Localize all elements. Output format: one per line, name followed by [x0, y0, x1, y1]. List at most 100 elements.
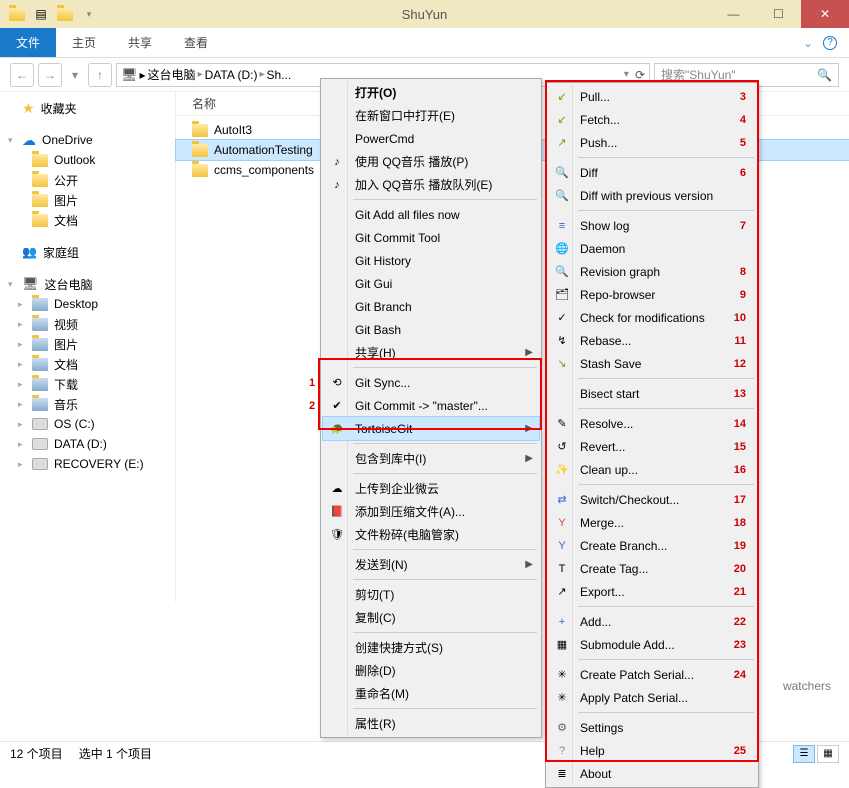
menu-item[interactable]: ≣About [548, 762, 756, 785]
nav-item[interactable]: ▸下载 [0, 374, 175, 394]
nav-item[interactable]: 文档 [0, 210, 175, 230]
nav-pane[interactable]: ★收藏夹 ▾☁OneDrive Outlook公开图片文档 👥家庭组 ▾🖥这台电… [0, 92, 176, 602]
ribbon-tabs: 文件 主页 共享 查看 ⌄ ? [0, 28, 849, 58]
nav-forward[interactable]: → [38, 63, 62, 87]
view-details[interactable]: ☰ [793, 745, 815, 763]
menu-item[interactable]: ↘Stash Save12 [548, 352, 756, 375]
menu-item[interactable]: ≡Show log7 [548, 214, 756, 237]
tab-file[interactable]: 文件 [0, 28, 56, 57]
nav-item[interactable]: Outlook [0, 150, 175, 170]
menu-item[interactable]: Git History [323, 249, 539, 272]
watchers-label: watchers [783, 679, 831, 693]
close-button[interactable]: ✕ [801, 0, 849, 28]
nav-item[interactable]: 公开 [0, 170, 175, 190]
nav-item[interactable]: 图片 [0, 190, 175, 210]
crumb-dropdown-icon[interactable]: ▾ [624, 69, 629, 80]
menu-item[interactable]: Git Commit Tool [323, 226, 539, 249]
menu-item[interactable]: ⚙Settings [548, 716, 756, 739]
menu-item[interactable]: 🔍Diff with previous version [548, 184, 756, 207]
menu-item[interactable]: 属性(R) [323, 712, 539, 735]
menu-item[interactable]: +Add...22 [548, 610, 756, 633]
nav-favorites[interactable]: ★收藏夹 [0, 98, 175, 118]
nav-item[interactable]: ▸图片 [0, 334, 175, 354]
menu-item[interactable]: 重命名(M) [323, 682, 539, 705]
nav-item[interactable]: ▸视频 [0, 314, 175, 334]
menu-item[interactable]: ✓Check for modifications10 [548, 306, 756, 329]
menu-item[interactable]: ☁上传到企业微云 [323, 477, 539, 500]
refresh-icon[interactable]: ⟳ [635, 68, 645, 82]
nav-drive[interactable]: ▸RECOVERY (E:) [0, 454, 175, 474]
menu-item[interactable]: Git Branch [323, 295, 539, 318]
menu-item[interactable]: ↙Fetch...4 [548, 108, 756, 131]
menu-item[interactable]: ✨Clean up...16 [548, 458, 756, 481]
crumb-drive[interactable]: DATA (D:) [205, 68, 258, 82]
nav-item[interactable]: ▸音乐 [0, 394, 175, 414]
crumb-folder[interactable]: Sh... [267, 68, 292, 82]
ribbon-expand-icon[interactable]: ⌄ [803, 36, 813, 50]
menu-item[interactable]: ↯Rebase...11 [548, 329, 756, 352]
menu-item[interactable]: ♪加入 QQ音乐 播放队列(E) [323, 173, 539, 196]
menu-item[interactable]: Git Bash [323, 318, 539, 341]
menu-item[interactable]: ▦Submodule Add...23 [548, 633, 756, 656]
menu-item[interactable]: YCreate Branch...19 [548, 534, 756, 557]
menu-item[interactable]: 删除(D) [323, 659, 539, 682]
menu-item[interactable]: 在新窗口中打开(E) [323, 104, 539, 127]
menu-item[interactable]: TCreate Tag...20 [548, 557, 756, 580]
menu-item[interactable]: Git Gui [323, 272, 539, 295]
menu-item[interactable]: ✎Resolve...14 [548, 412, 756, 435]
menu-item[interactable]: ✳Apply Patch Serial... [548, 686, 756, 709]
menu-item[interactable]: ✳Create Patch Serial...24 [548, 663, 756, 686]
menu-item[interactable]: 🔍Revision graph8 [548, 260, 756, 283]
help-icon[interactable]: ? [823, 36, 837, 50]
menu-item[interactable]: ✔Git Commit -> "master"...2 [323, 394, 539, 417]
menu-item[interactable]: Git Add all files now [323, 203, 539, 226]
menu-item[interactable]: 创建快捷方式(S) [323, 636, 539, 659]
menu-item[interactable]: 🛡文件粉碎(电脑管家) [323, 523, 539, 546]
menu-item[interactable]: 包含到库中(I)▶ [323, 447, 539, 470]
nav-back[interactable]: ← [10, 63, 34, 87]
tab-share[interactable]: 共享 [112, 28, 168, 57]
title-bar: ▤ ▾ ShuYun — ☐ ✕ [0, 0, 849, 28]
menu-item[interactable]: 共享(H)▶ [323, 341, 539, 364]
qat-dropdown[interactable]: ▾ [78, 3, 100, 25]
menu-item[interactable]: ⟲Git Sync...1 [323, 371, 539, 394]
tab-view[interactable]: 查看 [168, 28, 224, 57]
nav-thispc[interactable]: ▾🖥这台电脑 [0, 274, 175, 294]
menu-item[interactable]: 剪切(T) [323, 583, 539, 606]
menu-item[interactable]: ↗Push...5 [548, 131, 756, 154]
menu-item[interactable]: ⇄Switch/Checkout...17 [548, 488, 756, 511]
qat-newfolder[interactable] [54, 3, 76, 25]
nav-history[interactable]: ▾ [66, 63, 84, 87]
menu-item[interactable]: PowerCmd [323, 127, 539, 150]
nav-item[interactable]: ▸文档 [0, 354, 175, 374]
nav-drive[interactable]: ▸DATA (D:) [0, 434, 175, 454]
menu-item[interactable]: ?Help25 [548, 739, 756, 762]
crumb-root[interactable]: 这台电脑 [148, 66, 196, 83]
menu-item[interactable]: 🗂Repo-browser9 [548, 283, 756, 306]
menu-item[interactable]: 📕添加到压缩文件(A)... [323, 500, 539, 523]
menu-item[interactable]: Bisect start13 [548, 382, 756, 405]
search-icon: 🔍 [817, 68, 832, 82]
nav-homegroup[interactable]: 👥家庭组 [0, 242, 175, 262]
minimize-button[interactable]: — [711, 0, 756, 28]
nav-item[interactable]: ▸Desktop [0, 294, 175, 314]
menu-item[interactable]: ↗Export...21 [548, 580, 756, 603]
maximize-button[interactable]: ☐ [756, 0, 801, 28]
menu-item[interactable]: 🔍Diff6 [548, 161, 756, 184]
menu-item[interactable]: 🐢TortoiseGit▶ [323, 417, 539, 440]
menu-item[interactable]: ↺Revert...15 [548, 435, 756, 458]
search-placeholder: 搜索"ShuYun" [661, 66, 736, 83]
menu-item[interactable]: 打开(O) [323, 81, 539, 104]
menu-item[interactable]: 发送到(N)▶ [323, 553, 539, 576]
tab-home[interactable]: 主页 [56, 28, 112, 57]
nav-drive[interactable]: ▸OS (C:) [0, 414, 175, 434]
qat-properties[interactable]: ▤ [30, 3, 52, 25]
menu-item[interactable]: 🌐Daemon [548, 237, 756, 260]
menu-item[interactable]: 复制(C) [323, 606, 539, 629]
menu-item[interactable]: YMerge...18 [548, 511, 756, 534]
menu-item[interactable]: ♪使用 QQ音乐 播放(P) [323, 150, 539, 173]
view-icons[interactable]: ▦ [817, 745, 839, 763]
menu-item[interactable]: ↙Pull...3 [548, 85, 756, 108]
nav-onedrive[interactable]: ▾☁OneDrive [0, 130, 175, 150]
nav-up[interactable]: ↑ [88, 63, 112, 87]
